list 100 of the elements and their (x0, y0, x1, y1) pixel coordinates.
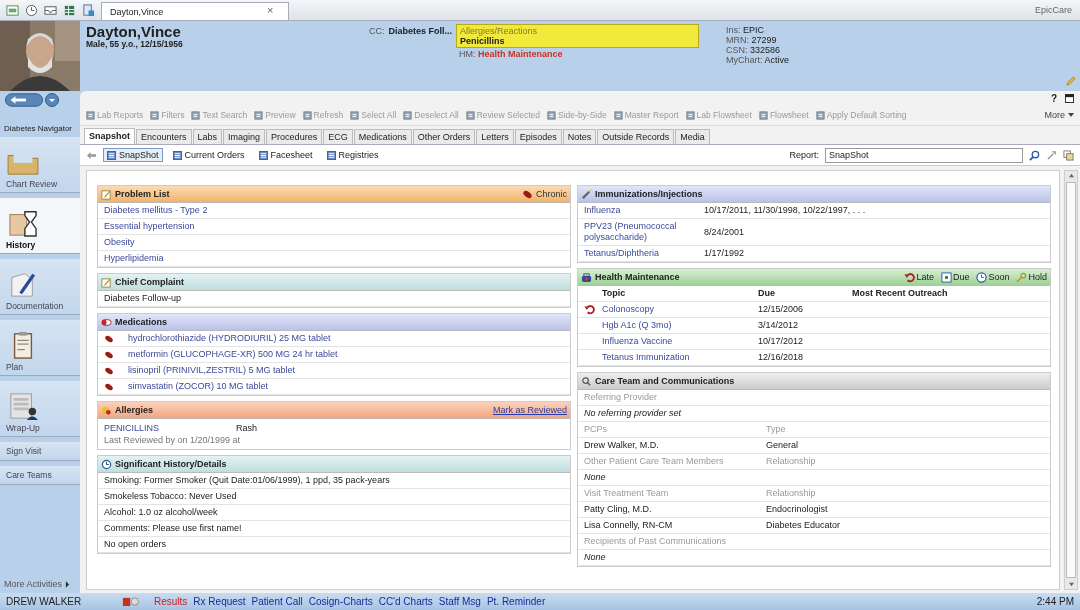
report-tab[interactable]: Facesheet (254, 148, 317, 162)
allergy-banner[interactable]: Allergies/Reactions Penicillins (456, 24, 699, 48)
list-icon (326, 150, 336, 160)
immunization-dates: 8/24/2001 (704, 226, 746, 238)
section-title: Care Team and Communications (595, 376, 735, 386)
report-tab[interactable]: Registries (322, 148, 383, 162)
group-header: Recipients of Past Communications (584, 536, 728, 547)
topic-link[interactable]: Hgb A1c (Q 3mo) (602, 320, 758, 331)
info-value: EPIC (743, 25, 765, 35)
medication-link[interactable]: lisinopril (PRINIVIL,ZESTRIL) 5 MG tablet (128, 365, 296, 376)
chart-tab[interactable]: Media (675, 129, 710, 144)
pill-icon (104, 349, 114, 360)
report-label: Report: (789, 150, 819, 160)
list-icon (86, 110, 95, 120)
team-cell-text: None (584, 552, 607, 563)
section-title: Significant History/Details (115, 459, 227, 469)
info-label: Ins: (726, 25, 741, 35)
medication-link[interactable]: metformin (GLUCOPHAGE-XR) 500 MG 24 hr tablet (128, 349, 338, 360)
list-icon (815, 110, 825, 120)
history-text: Alcohol: 1.0 oz alcohol/week (98, 505, 570, 521)
clock-icon (101, 458, 112, 470)
navigator-label[interactable]: Diabetes Navigator (0, 124, 80, 133)
inbox-icon[interactable] (6, 3, 19, 17)
chart-tab[interactable]: Outside Records (597, 129, 675, 144)
group-header: Referring Provider (584, 392, 659, 403)
list-icon (150, 110, 160, 120)
chart-tab[interactable]: Notes (562, 129, 597, 144)
activity-tab[interactable]: Care Teams (0, 466, 80, 485)
clock-icon (976, 271, 988, 283)
back-arrow-icon[interactable] (86, 150, 97, 160)
activity-tab[interactable]: History (0, 198, 80, 254)
search-icon[interactable] (1029, 149, 1040, 161)
window-icon[interactable] (1065, 93, 1074, 103)
status-link[interactable]: Staff Msg (438, 596, 481, 607)
chart-tab[interactable]: Letters (476, 129, 514, 144)
topic-link[interactable]: Tetanus Immunization (602, 352, 758, 363)
copy-icon[interactable] (1063, 149, 1074, 161)
more-menu-button[interactable]: More (1044, 110, 1074, 120)
list-icon (107, 150, 116, 160)
user-name: DREW WALKER (6, 596, 83, 607)
scroll-down-icon[interactable] (1067, 582, 1075, 587)
status-link[interactable]: Rx Request (193, 596, 246, 607)
more-activities-link[interactable]: More Activities (4, 579, 63, 589)
report-tab[interactable]: SnapShot (103, 148, 163, 162)
info-label: MRN: (726, 35, 749, 45)
caret-icon (1068, 113, 1074, 117)
chart-tab[interactable]: Labs (192, 129, 223, 144)
list-icon (350, 110, 360, 120)
scrollbar[interactable] (1064, 170, 1078, 590)
problem-item[interactable]: Diabetes mellitus - Type 2 (98, 203, 570, 219)
report-tab[interactable]: Current Orders (168, 148, 249, 162)
topic-link[interactable]: Colonoscopy (602, 304, 758, 315)
chart-tab[interactable]: Procedures (266, 129, 323, 144)
immunization-link[interactable]: Tetanus/Diphtheria (584, 248, 704, 259)
medication-link[interactable]: simvastatin (ZOCOR) 10 MG tablet (128, 381, 269, 392)
chart-tab[interactable]: Encounters (136, 129, 192, 144)
chart-tab[interactable]: Medications (353, 129, 412, 144)
status-link[interactable]: Cosign-Charts (308, 596, 373, 607)
problem-item[interactable]: Hyperlipidemia (98, 251, 570, 267)
due-date: 12/16/2018 (758, 352, 805, 363)
info-value: 27299 (751, 35, 777, 45)
back-button[interactable] (5, 93, 43, 107)
medication-link[interactable]: hydrochlorothiazide (HYDRODIURIL) 25 MG tablet (128, 333, 331, 344)
status-link[interactable]: Pt. Reminder (486, 596, 546, 607)
problem-item[interactable]: Obesity (98, 235, 570, 251)
activity-tab[interactable]: Plan (0, 320, 80, 376)
grid-icon[interactable] (63, 3, 76, 17)
info-label: CSN: (726, 45, 748, 55)
help-button[interactable]: ? (1050, 92, 1057, 104)
list-icon (403, 110, 413, 120)
topic-link[interactable]: Influenza Vaccine (602, 336, 758, 347)
chart-tab[interactable]: Episodes (514, 129, 562, 144)
dropdown-button[interactable] (45, 93, 59, 107)
mark-reviewed-link[interactable]: Mark as Reviewed (492, 405, 567, 415)
list-icon (547, 110, 557, 120)
activity-tab[interactable]: Sign Visit (0, 442, 80, 461)
problem-item[interactable]: Essential hypertension (98, 219, 570, 235)
immunization-link[interactable]: Influenza (584, 205, 704, 216)
activity-tab[interactable]: Wrap-Up (0, 381, 80, 437)
document-icon[interactable] (82, 3, 95, 17)
scroll-up-icon[interactable] (1067, 173, 1075, 178)
chart-tab[interactable]: ECG (323, 129, 353, 144)
status-link[interactable]: Patient Call (251, 596, 303, 607)
clock-icon[interactable] (25, 3, 38, 17)
close-tab-button[interactable]: × (267, 4, 274, 16)
status-link[interactable]: CC'd Charts (378, 596, 433, 607)
tray-icon[interactable] (44, 3, 57, 17)
chart-tab[interactable]: Other Orders (412, 129, 476, 144)
immunization-link[interactable]: PPV23 (Pneumococcal polysaccharide) (584, 221, 704, 243)
group-header: Other Patient Care Team Members (584, 456, 725, 467)
allergen-link[interactable]: PENICILLINS (104, 422, 236, 434)
report-field[interactable]: SnapShot (825, 147, 1023, 163)
reaction-text: Rash (236, 422, 257, 434)
column-header: Most Recent Outreach (852, 288, 949, 299)
chart-tab[interactable]: Imaging (223, 129, 266, 144)
activity-tab[interactable]: Chart Review (0, 137, 80, 193)
activity-tab[interactable]: Documentation (0, 259, 80, 315)
chart-tab[interactable]: Snapshot (84, 128, 135, 144)
column-header: Topic (602, 288, 627, 299)
list-icon (613, 110, 623, 120)
